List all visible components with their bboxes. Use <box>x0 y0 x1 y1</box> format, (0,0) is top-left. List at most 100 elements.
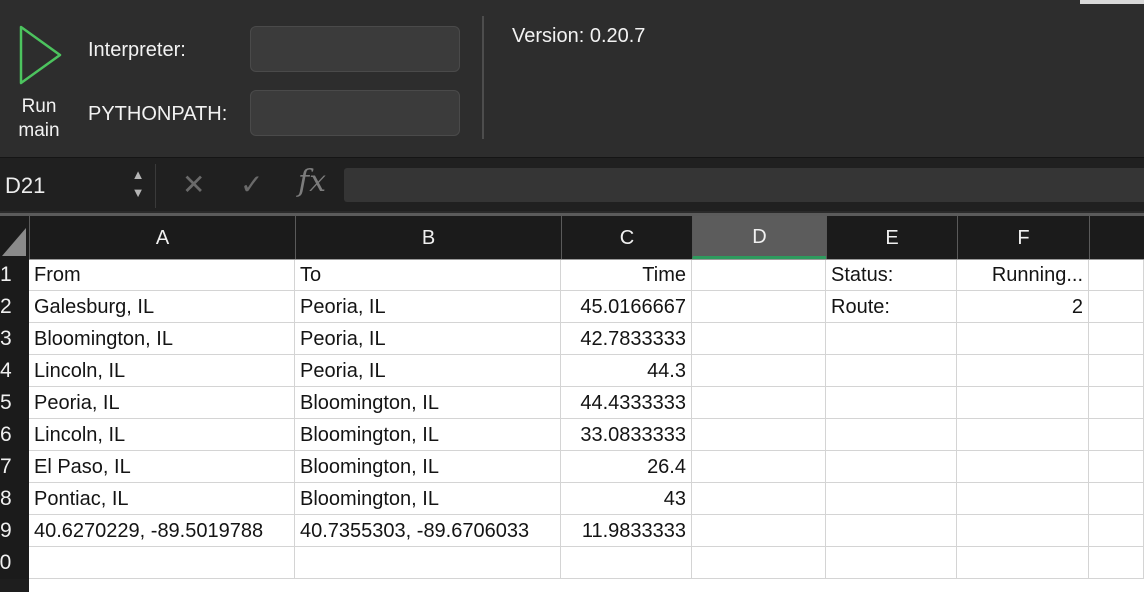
table-cell[interactable] <box>1089 291 1144 323</box>
table-cell[interactable] <box>826 387 957 419</box>
table-cell[interactable] <box>1089 419 1144 451</box>
table-cell[interactable]: Pontiac, IL <box>29 483 295 515</box>
table-cell[interactable] <box>1089 515 1144 547</box>
table-cell[interactable] <box>826 483 957 515</box>
table-cell[interactable] <box>692 547 826 579</box>
column-header[interactable]: D <box>692 216 826 259</box>
table-cell[interactable] <box>1089 355 1144 387</box>
interpreter-field[interactable] <box>250 26 460 72</box>
table-cell[interactable]: 11.9833333 <box>561 515 692 547</box>
row-header[interactable]: 10 <box>0 547 29 579</box>
column-header[interactable]: F <box>957 216 1089 259</box>
row-header[interactable]: 4 <box>0 355 29 387</box>
table-cell[interactable] <box>826 451 957 483</box>
row-header[interactable]: 7 <box>0 451 29 483</box>
table-cell[interactable] <box>826 419 957 451</box>
table-cell[interactable]: Lincoln, IL <box>29 355 295 387</box>
table-cell[interactable] <box>692 387 826 419</box>
table-cell[interactable] <box>826 547 957 579</box>
chevron-up-icon[interactable]: ▲ <box>129 166 147 184</box>
table-cell[interactable]: Route: <box>826 291 957 323</box>
table-cell[interactable] <box>957 515 1089 547</box>
table-cell[interactable] <box>957 387 1089 419</box>
grid-separator-shadow <box>0 211 1144 213</box>
table-cell[interactable]: Time <box>561 259 692 291</box>
table-cell[interactable] <box>957 451 1089 483</box>
column-header[interactable]: A <box>29 216 295 259</box>
table-cell[interactable] <box>957 419 1089 451</box>
table-cell[interactable] <box>29 547 295 579</box>
checkmark-icon[interactable]: ✓ <box>240 168 263 201</box>
table-cell[interactable]: Peoria, IL <box>29 387 295 419</box>
table-cell[interactable]: Bloomington, IL <box>29 323 295 355</box>
name-box-stepper[interactable]: ▲ ▼ <box>129 166 147 204</box>
chevron-down-icon[interactable]: ▼ <box>129 184 147 202</box>
table-cell[interactable]: 43 <box>561 483 692 515</box>
table-cell[interactable]: Peoria, IL <box>295 291 561 323</box>
row-header[interactable]: 6 <box>0 419 29 451</box>
table-cell[interactable] <box>692 291 826 323</box>
table-cell[interactable]: Bloomington, IL <box>295 483 561 515</box>
row-header[interactable]: 2 <box>0 291 29 323</box>
table-cell[interactable] <box>826 323 957 355</box>
row-header[interactable]: 5 <box>0 387 29 419</box>
column-header[interactable] <box>1089 216 1144 259</box>
table-cell[interactable]: 42.7833333 <box>561 323 692 355</box>
table-cell[interactable] <box>826 355 957 387</box>
table-cell[interactable]: 40.6270229, -89.5019788 <box>29 515 295 547</box>
table-cell[interactable] <box>692 515 826 547</box>
table-cell[interactable] <box>826 515 957 547</box>
table-cell[interactable] <box>692 483 826 515</box>
table-cell[interactable]: 26.4 <box>561 451 692 483</box>
table-cell[interactable]: Peoria, IL <box>295 323 561 355</box>
table-cell[interactable]: Status: <box>826 259 957 291</box>
table-cell[interactable] <box>1089 259 1144 291</box>
table-cell[interactable]: Bloomington, IL <box>295 419 561 451</box>
table-cell[interactable]: Running... <box>957 259 1089 291</box>
table-cell[interactable]: Bloomington, IL <box>295 451 561 483</box>
table-cell[interactable] <box>1089 387 1144 419</box>
row-header[interactable]: 8 <box>0 483 29 515</box>
table-cell[interactable] <box>692 451 826 483</box>
table-cell[interactable] <box>1089 323 1144 355</box>
table-cell[interactable]: El Paso, IL <box>29 451 295 483</box>
column-header[interactable]: B <box>295 216 561 259</box>
table-cell[interactable]: 2 <box>957 291 1089 323</box>
cancel-icon[interactable]: ✕ <box>182 168 205 201</box>
table-cell[interactable] <box>957 355 1089 387</box>
pythonpath-field[interactable] <box>250 90 460 136</box>
name-box[interactable]: D21 ▲ ▼ <box>0 158 152 212</box>
row-header[interactable]: 9 <box>0 515 29 547</box>
table-cell[interactable]: Galesburg, IL <box>29 291 295 323</box>
table-cell[interactable]: From <box>29 259 295 291</box>
row-header[interactable]: 1 <box>0 259 29 291</box>
column-header[interactable]: E <box>826 216 957 259</box>
table-cell[interactable] <box>692 323 826 355</box>
table-cell[interactable]: 33.0833333 <box>561 419 692 451</box>
table-cell[interactable] <box>692 419 826 451</box>
table-cell[interactable] <box>1089 451 1144 483</box>
table-cell[interactable] <box>957 323 1089 355</box>
table-cell[interactable] <box>957 547 1089 579</box>
table-cell[interactable] <box>692 355 826 387</box>
table-cell[interactable]: 44.4333333 <box>561 387 692 419</box>
table-cell[interactable]: Lincoln, IL <box>29 419 295 451</box>
table-cell[interactable]: Peoria, IL <box>295 355 561 387</box>
run-main-button[interactable]: Run main <box>8 22 70 146</box>
table-cell[interactable]: 44.3 <box>561 355 692 387</box>
table-cell[interactable] <box>957 483 1089 515</box>
table-cell[interactable]: 40.7355303, -89.6706033 <box>295 515 561 547</box>
table-cell[interactable] <box>561 547 692 579</box>
row-header[interactable]: 3 <box>0 323 29 355</box>
table-cell[interactable]: To <box>295 259 561 291</box>
formula-input[interactable] <box>344 168 1144 202</box>
table-cell[interactable]: Bloomington, IL <box>295 387 561 419</box>
table-cell[interactable] <box>1089 483 1144 515</box>
function-icon[interactable]: fx <box>298 164 326 199</box>
table-cell[interactable] <box>295 547 561 579</box>
table-cell[interactable] <box>1089 547 1144 579</box>
select-all-corner[interactable] <box>0 216 29 259</box>
table-cell[interactable]: 45.0166667 <box>561 291 692 323</box>
column-header[interactable]: C <box>561 216 692 259</box>
table-cell[interactable] <box>692 259 826 291</box>
